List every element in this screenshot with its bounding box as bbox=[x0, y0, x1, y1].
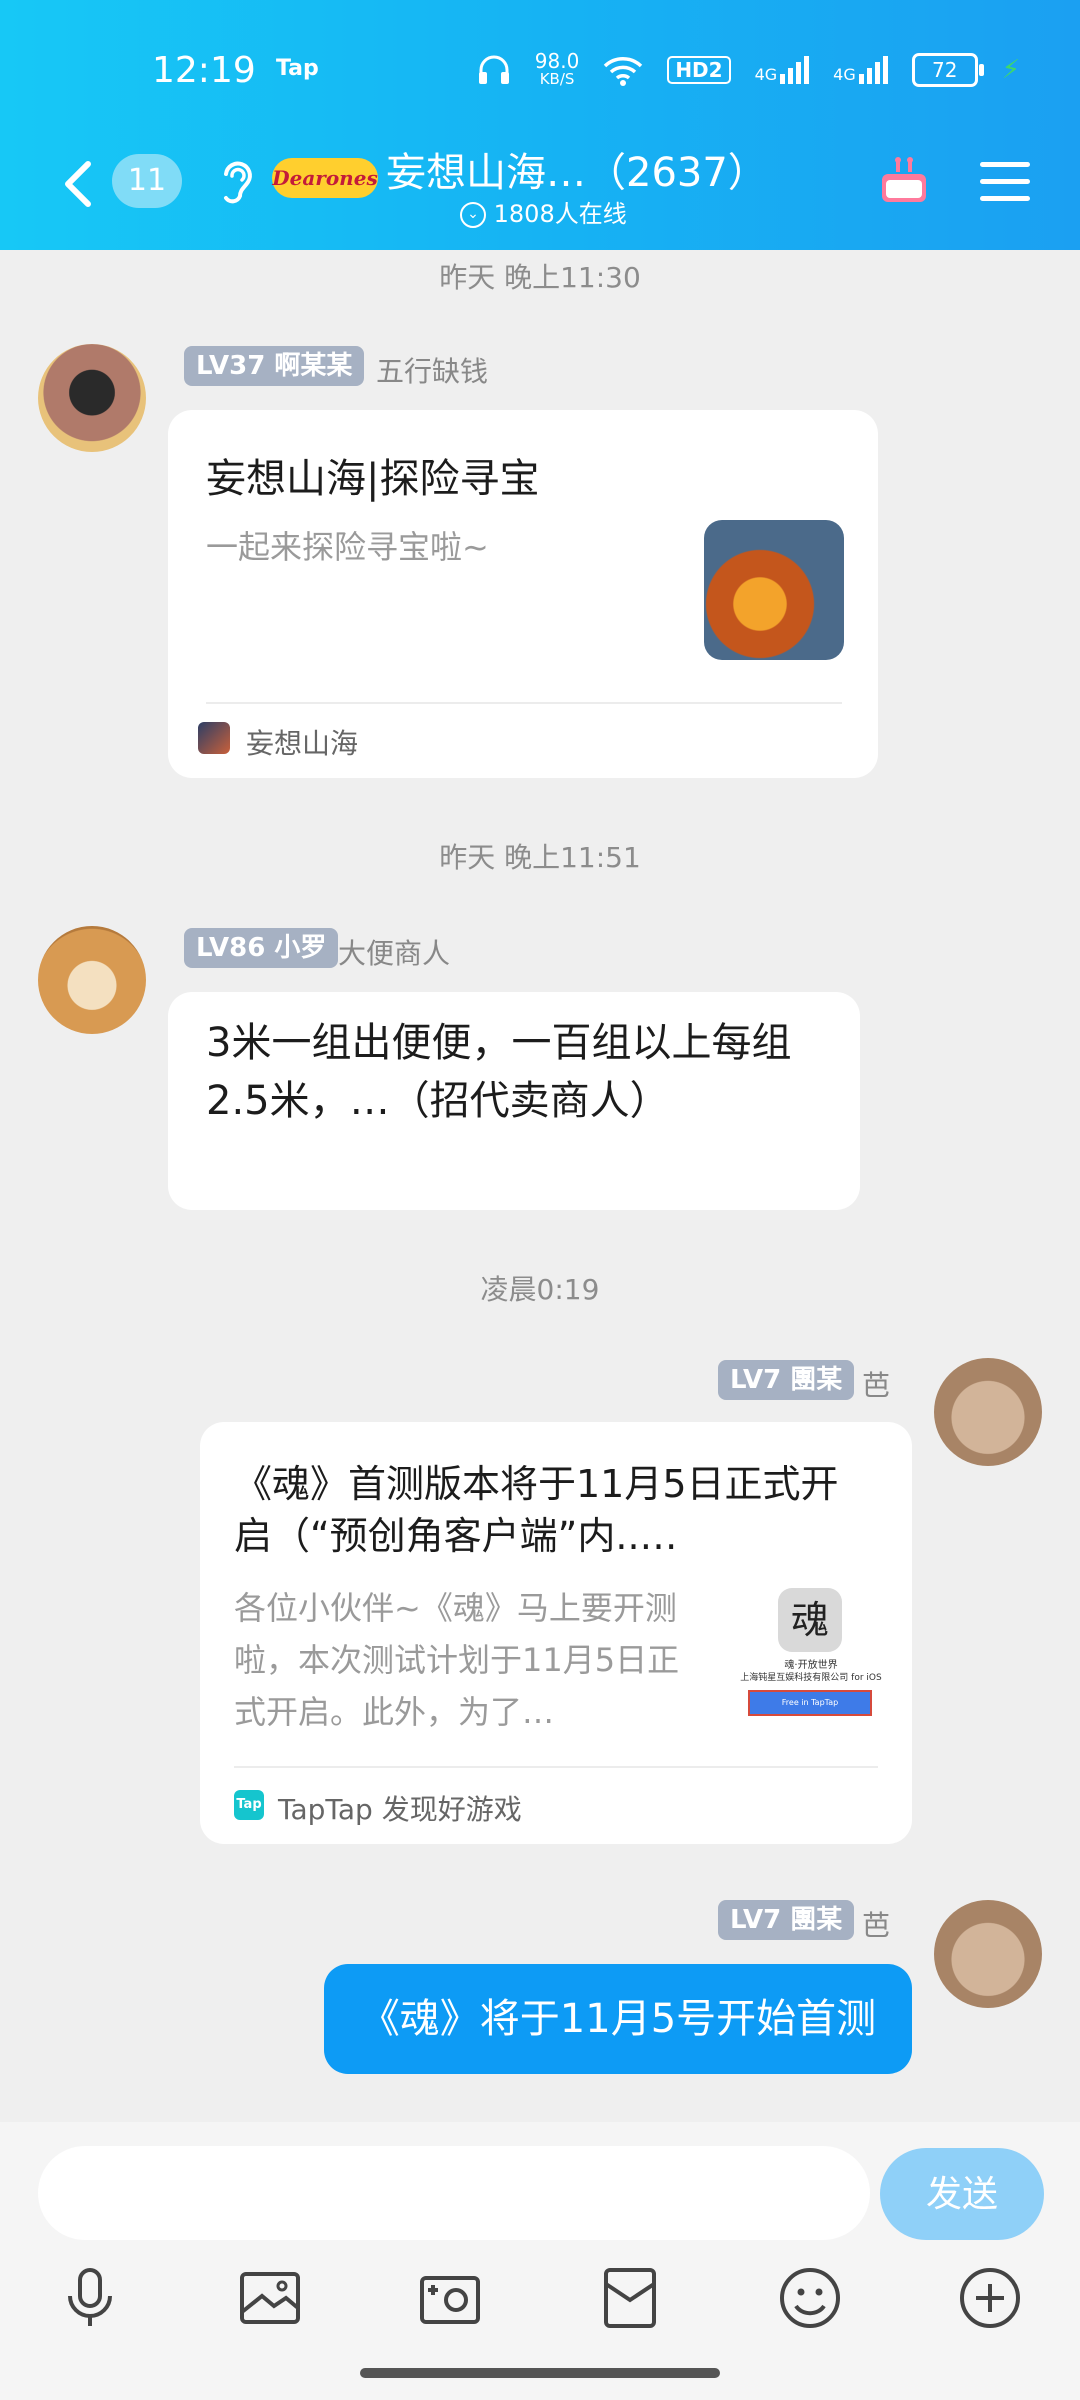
signal-4g-2: 4G bbox=[833, 56, 888, 84]
message-bubble[interactable]: 《魂》将于11月5号开始首测 bbox=[324, 1964, 912, 2074]
network-speed: 98.0 KB/S bbox=[534, 49, 580, 88]
pocket-icon[interactable] bbox=[594, 2262, 666, 2334]
message-bubble[interactable]: 3米一组出便便，一百组以上每组2.5米，…（招代卖商人） bbox=[168, 992, 860, 1210]
avatar[interactable] bbox=[38, 344, 146, 452]
nickname: 團某 bbox=[790, 1365, 843, 1395]
source-icon bbox=[198, 722, 230, 754]
avatar[interactable] bbox=[934, 1358, 1042, 1466]
menu-icon[interactable] bbox=[978, 158, 1032, 206]
member-tag: 芭 bbox=[862, 1369, 891, 1402]
share-card[interactable]: 妄想山海|探险寻宝 一起来探险寻宝啦~ 妄想山海 bbox=[168, 410, 878, 778]
share-card[interactable]: 《魂》首测版本将于11月5日正式开启（“预创角客户端”内..… 各位小伙伴~《魂… bbox=[200, 1422, 912, 1844]
timestamp: 昨天 晚上11:30 bbox=[439, 261, 641, 294]
user-badge: LV7 團某 bbox=[718, 1360, 855, 1400]
thumb-caption: 魂·开放世界 bbox=[784, 1660, 838, 1671]
taptap-logo-icon: Tap bbox=[234, 1790, 264, 1820]
headphones-icon bbox=[478, 55, 509, 84]
emoji-icon[interactable] bbox=[774, 2262, 846, 2334]
member-tag: 五行缺钱 bbox=[376, 355, 489, 388]
status-icons: 98.0 KB/S HD2 4G 4G 72 ⚡ bbox=[477, 49, 1020, 88]
card-description: 一起来探险寻宝啦~ bbox=[206, 528, 489, 566]
card-divider bbox=[234, 1766, 878, 1768]
user-badge: LV86 小罗 bbox=[184, 928, 339, 968]
card-thumbnail bbox=[704, 520, 844, 660]
user-badge: LV7 團某 bbox=[718, 1900, 855, 1940]
user-badge: LV37 啊某某 bbox=[184, 346, 365, 386]
battery-indicator: 72 bbox=[911, 53, 984, 87]
card-title: 《魂》首测版本将于11月5日正式开启（“预创角客户端”内..… bbox=[234, 1462, 839, 1558]
card-title: 妄想山海|探险寻宝 bbox=[206, 456, 540, 502]
ear-icon[interactable] bbox=[214, 152, 258, 212]
plus-icon[interactable] bbox=[954, 2262, 1026, 2334]
online-count-text: 1808人在线 bbox=[493, 200, 627, 228]
card-divider bbox=[206, 702, 842, 704]
net-speed-value: 98.0 bbox=[534, 49, 580, 73]
avatar[interactable] bbox=[934, 1900, 1042, 2008]
timestamp: 凌晨0:19 bbox=[480, 1273, 600, 1306]
unread-count-badge[interactable]: 11 bbox=[112, 154, 182, 208]
message-input[interactable] bbox=[38, 2146, 870, 2240]
message-text: 3米一组出便便，一百组以上每组2.5米，…（招代卖商人） bbox=[206, 1020, 792, 1124]
online-count: ⌄ 1808人在线 bbox=[460, 194, 627, 229]
avatar[interactable] bbox=[38, 926, 146, 1034]
card-description: 各位小伙伴~《魂》马上要开测啦，本次测试计划于11月5日正式开启。此外，为了… bbox=[234, 1589, 680, 1731]
nickname: 小罗 bbox=[274, 933, 327, 963]
signal-4g-label-2: 4G bbox=[833, 65, 856, 84]
card-source: TapTap 发现好游戏 bbox=[278, 1793, 522, 1826]
thumb-button: Free in TapTap bbox=[748, 1690, 872, 1716]
timestamp: 昨天 晚上11:51 bbox=[439, 841, 641, 874]
nickname: 團某 bbox=[790, 1905, 843, 1935]
card-source: 妄想山海 bbox=[246, 727, 359, 760]
member-tag: 大便商人 bbox=[338, 937, 451, 970]
member-tag: 芭 bbox=[862, 1909, 891, 1942]
send-button[interactable]: 发送 bbox=[880, 2148, 1044, 2240]
cake-icon[interactable] bbox=[876, 152, 932, 208]
image-icon[interactable] bbox=[234, 2262, 306, 2334]
nav-bar: 11 Dearones 妄想山海…（2637） ⌄ 1808人在线 bbox=[0, 140, 1080, 230]
camera-icon[interactable] bbox=[414, 2262, 486, 2334]
signal-4g-label-1: 4G bbox=[754, 65, 778, 84]
thumb-company: 上海钝星互娱科技有限公司 for iOS bbox=[740, 1673, 882, 1683]
wifi-icon bbox=[604, 57, 643, 86]
status-bar: 12:19 Tap 98.0 KB/S HD2 4G 4G 72 ⚡ bbox=[0, 40, 1080, 100]
game-app-icon: 魂 bbox=[778, 1588, 842, 1652]
level-badge: LV37 bbox=[196, 351, 266, 381]
taptap-notification-label: Tap bbox=[276, 56, 319, 81]
back-arrow-icon[interactable] bbox=[56, 154, 100, 214]
group-logo: Dearones bbox=[272, 158, 378, 198]
nickname: 啊某某 bbox=[274, 351, 353, 381]
group-title[interactable]: 妄想山海…（2637） bbox=[386, 140, 768, 198]
card-thumbnail: 魂 魂·开放世界 上海钝星互娱科技有限公司 for iOS Free in Ta… bbox=[736, 1588, 886, 1718]
net-speed-unit: KB/S bbox=[539, 70, 575, 88]
hd-badge: HD2 bbox=[667, 56, 731, 84]
input-area: 发送 bbox=[0, 2122, 1080, 2400]
chat-header: 12:19 Tap 98.0 KB/S HD2 4G 4G 72 ⚡ 11 De… bbox=[0, 0, 1080, 250]
home-indicator[interactable] bbox=[360, 2368, 720, 2378]
level-badge: LV86 bbox=[196, 933, 266, 963]
signal-4g-1: 4G bbox=[755, 56, 810, 84]
chevron-circle-icon: ⌄ bbox=[460, 202, 486, 228]
charging-icon: ⚡ bbox=[1001, 55, 1020, 85]
clock: 12:19 bbox=[152, 50, 256, 91]
level-badge: LV7 bbox=[730, 1905, 782, 1935]
mic-icon[interactable] bbox=[54, 2262, 126, 2334]
level-badge: LV7 bbox=[730, 1365, 782, 1395]
